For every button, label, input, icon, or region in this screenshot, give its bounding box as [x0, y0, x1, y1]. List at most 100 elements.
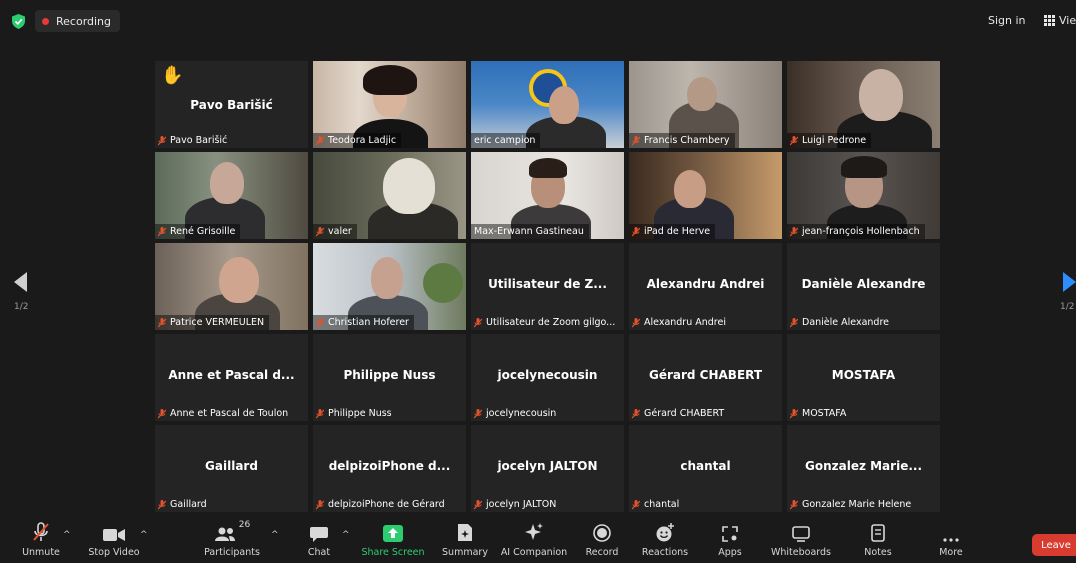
participant-name-title: Gonzalez Marie... [804, 459, 923, 473]
participant-name: chantal [644, 499, 680, 510]
participant-label: Gérard CHABERT [629, 406, 729, 421]
summary-button[interactable]: Summary [442, 518, 488, 563]
participant-name-title: Alexandru Andrei [646, 277, 765, 291]
participant-label: delpizoiPhone de Gérard [313, 497, 450, 512]
chat-options-caret-icon[interactable]: ^ [342, 530, 350, 540]
participants-count: 26 [238, 520, 251, 530]
microphone-muted-icon [632, 499, 640, 509]
participants-label: Participants [204, 547, 260, 558]
participant-name: Luigi Pedrone [802, 135, 867, 146]
participant-tile-active-speaker[interactable]: Max-Erwann Gastineau [471, 152, 624, 239]
participants-button[interactable]: 26 Participants [202, 518, 262, 563]
participant-name: Philippe Nuss [328, 408, 392, 419]
participant-name: Utilisateur de Zoom gilgo... [486, 317, 616, 328]
participant-tile[interactable]: delpizoiPhone d... delpizoiPhone de Géra… [313, 425, 466, 512]
participant-name: Gérard CHABERT [644, 408, 725, 419]
speech-bubble-icon [310, 527, 328, 542]
previous-page-button[interactable]: 1/2 [14, 272, 44, 322]
participant-tile[interactable]: Anne et Pascal d... Anne et Pascal de To… [155, 334, 308, 421]
notes-label: Notes [864, 547, 892, 558]
participant-tile[interactable]: eric campion [471, 61, 624, 148]
microphone-muted-icon [158, 317, 166, 327]
reactions-button[interactable]: Reactions [640, 518, 690, 563]
participant-tile[interactable]: ✋ Pavo Barišić Pavo Barišić [155, 61, 308, 148]
participant-label: Patrice VERMEULEN [155, 315, 270, 330]
participant-name: Pavo Barišić [170, 135, 228, 146]
microphone-muted-icon [474, 317, 482, 327]
video-options-caret-icon[interactable]: ^ [140, 530, 148, 540]
participant-tile[interactable]: Gonzalez Marie... Gonzalez Marie Helene [787, 425, 940, 512]
participant-tile[interactable]: jocelyn JALTON jocelyn JALTON [471, 425, 624, 512]
participants-options-caret-icon[interactable]: ^ [271, 530, 279, 540]
participant-name-title: jocelyn JALTON [497, 459, 598, 473]
participant-name-title: jocelynecousin [497, 368, 598, 382]
sign-in-link[interactable]: Sign in [988, 14, 1026, 27]
participant-name: jean-françois Hollenbach [802, 226, 920, 237]
microphone-muted-icon [632, 135, 640, 145]
participant-label: Alexandru Andrei [629, 315, 731, 330]
leave-button[interactable]: Leave [1032, 534, 1076, 556]
participant-tile[interactable]: Alexandru Andrei Alexandru Andrei [629, 243, 782, 330]
participant-tile[interactable]: René Grisoille [155, 152, 308, 239]
participant-label: valer [313, 224, 357, 239]
chat-button[interactable]: Chat [306, 518, 332, 563]
microphone-muted-icon [316, 317, 324, 327]
participant-tile[interactable]: iPad de Herve [629, 152, 782, 239]
participant-tile[interactable]: jean-françois Hollenbach [787, 152, 940, 239]
microphone-muted-icon [474, 408, 482, 418]
stop-video-button[interactable]: Stop Video [88, 518, 140, 563]
raised-hand-icon: ✋ [161, 65, 184, 86]
participant-tile[interactable]: MOSTAFA MOSTAFA [787, 334, 940, 421]
participant-name-title: Gérard CHABERT [648, 368, 763, 382]
recording-indicator[interactable]: Recording [35, 10, 121, 32]
apps-button[interactable]: Apps [712, 518, 748, 563]
meeting-controls-toolbar: Unmute ^ Stop Video ^ 26 Participants ^ … [0, 518, 1076, 563]
share-screen-button[interactable]: Share Screen [361, 518, 425, 563]
participant-tile[interactable]: Gérard CHABERT Gérard CHABERT [629, 334, 782, 421]
participant-tile[interactable]: Danièle Alexandre Danièle Alexandre [787, 243, 940, 330]
share-screen-arrow-icon [383, 525, 403, 542]
record-button[interactable]: Record [584, 518, 620, 563]
whiteboards-label: Whiteboards [770, 547, 831, 558]
top-bar: Recording Sign in View [0, 0, 1076, 44]
participant-name: Teodora Ladjic [328, 135, 397, 146]
participant-tile[interactable]: Christian Hoferer [313, 243, 466, 330]
participant-tile[interactable]: Gaillard Gaillard [155, 425, 308, 512]
smiley-plus-icon [656, 523, 674, 542]
participant-tile[interactable]: Philippe Nuss Philippe Nuss [313, 334, 466, 421]
participant-label: chantal [629, 497, 684, 512]
participant-tile[interactable]: valer [313, 152, 466, 239]
participant-label: Utilisateur de Zoom gilgo... [471, 315, 620, 330]
people-icon [214, 527, 235, 541]
participant-tile[interactable]: jocelynecousin jocelynecousin [471, 334, 624, 421]
participant-tile[interactable]: Luigi Pedrone [787, 61, 940, 148]
participant-tile[interactable]: Patrice VERMEULEN [155, 243, 308, 330]
share-screen-label: Share Screen [361, 547, 425, 558]
participant-label: Philippe Nuss [313, 406, 397, 421]
notes-button[interactable]: Notes [861, 518, 895, 563]
audio-options-caret-icon[interactable]: ^ [63, 530, 71, 540]
participant-name: Anne et Pascal de Toulon [170, 408, 289, 419]
participant-name-title: Danièle Alexandre [801, 277, 926, 291]
next-page-button[interactable]: 1/2 [1056, 272, 1076, 322]
ellipsis-icon [943, 538, 959, 542]
ai-companion-button[interactable]: AI Companion [500, 518, 568, 563]
participant-tile[interactable]: Utilisateur de Z... Utilisateur de Zoom … [471, 243, 624, 330]
recording-label: Recording [56, 14, 112, 28]
participant-name-title: Pavo Barišić [190, 98, 273, 112]
participant-name-title: Philippe Nuss [343, 368, 436, 382]
microphone-muted-icon [632, 408, 640, 418]
shield-check-icon[interactable] [12, 14, 25, 29]
more-label: More [939, 547, 963, 558]
view-button[interactable]: View [1044, 14, 1076, 27]
participant-tile[interactable]: Teodora Ladjic [313, 61, 466, 148]
whiteboards-button[interactable]: Whiteboards [770, 518, 832, 563]
participant-tile[interactable]: chantal chantal [629, 425, 782, 512]
microphone-muted-icon [790, 499, 798, 509]
more-button[interactable]: More [935, 518, 967, 563]
participant-tile[interactable]: Francis Chambery [629, 61, 782, 148]
participant-gallery: ✋ Pavo Barišić Pavo Barišić Teodora Ladj… [155, 61, 940, 512]
microphone-muted-icon [790, 317, 798, 327]
unmute-button[interactable]: Unmute [20, 518, 62, 563]
microphone-muted-icon [316, 135, 324, 145]
